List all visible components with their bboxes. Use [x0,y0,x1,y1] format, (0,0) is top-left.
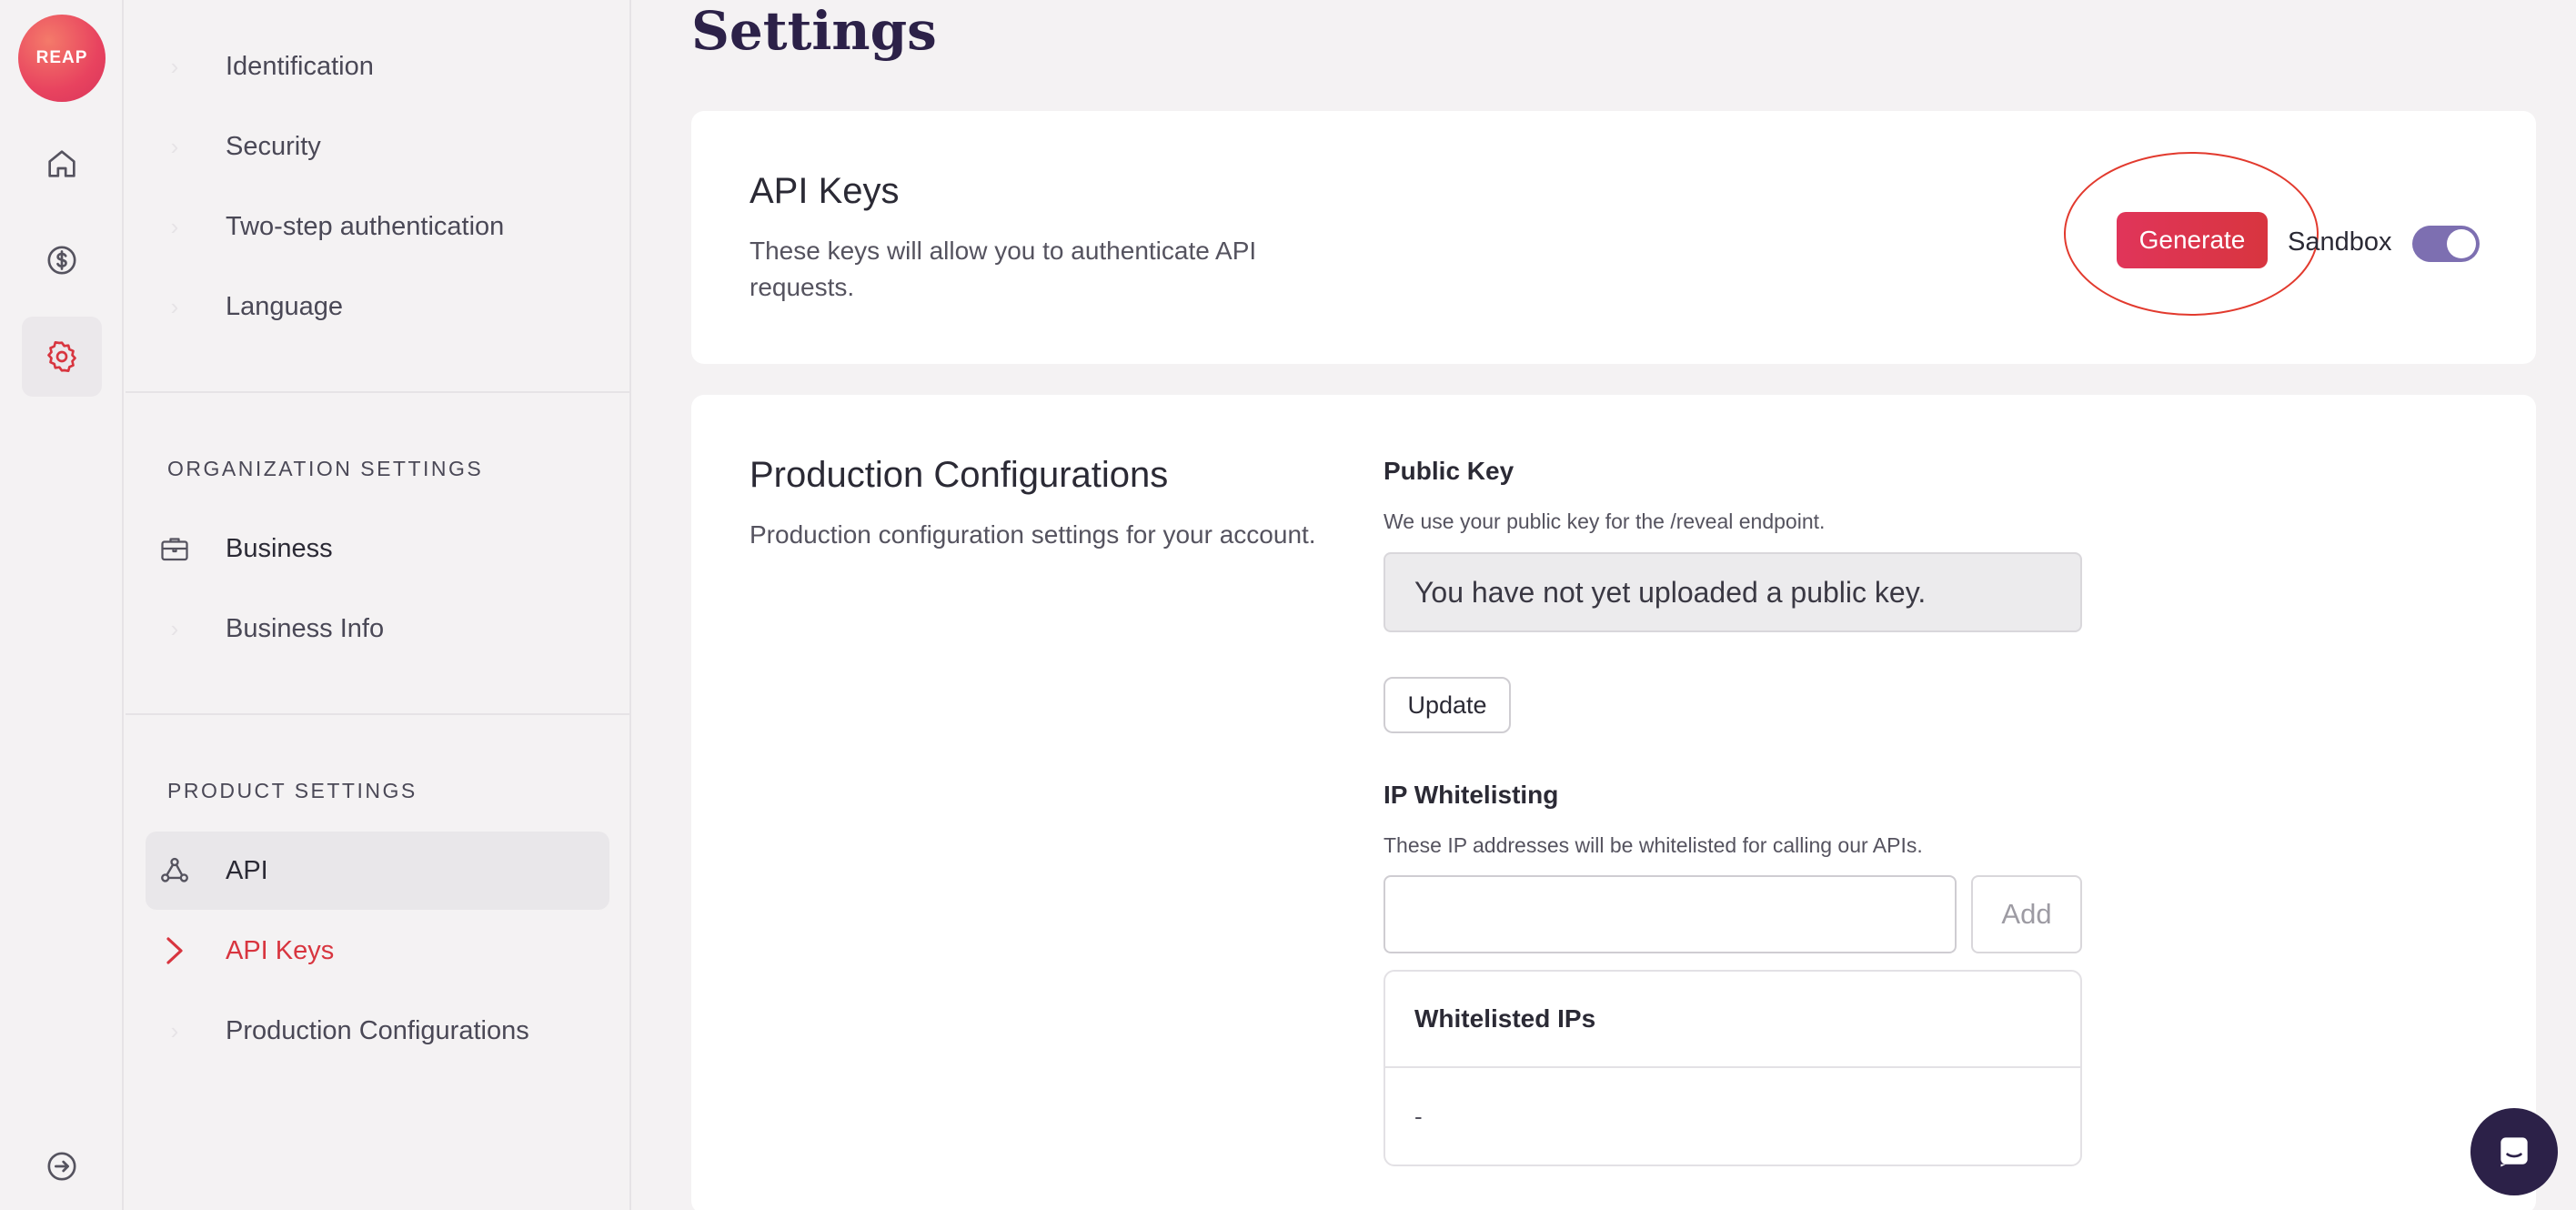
sidebar-item-label: Security [226,131,321,161]
ip-whitelisting-label: IP Whitelisting [1384,781,1559,809]
add-ip-button[interactable]: Add [1971,875,2082,953]
chevron-right-icon: › [170,132,179,160]
sidebar-item-security[interactable]: › Security [146,107,609,186]
page-title: Settings [691,0,937,62]
sidebar-item-label: Identification [226,51,374,81]
sidebar-item-business-info[interactable]: › Business Info [146,590,609,668]
update-button[interactable]: Update [1384,677,1511,733]
sandbox-label: Sandbox [2288,227,2392,257]
api-keys-description: These keys will allow you to authenticat… [750,237,1257,301]
whitelisted-ips-table: Whitelisted IPs - [1384,970,2082,1166]
generate-button[interactable]: Generate [2117,212,2268,268]
production-config-description: Production configuration settings for yo… [750,520,1316,549]
icon-rail: REAP [0,0,124,1210]
sidebar-item-identification[interactable]: › Identification [146,27,609,106]
chevron-right-icon: › [170,212,179,240]
reap-logo[interactable]: REAP [18,15,106,102]
sidebar-divider [126,713,629,715]
public-key-label: Public Key [1384,457,1514,485]
sidebar-item-production-configurations[interactable]: › Production Configurations [146,992,609,1070]
webhook-icon [146,853,204,888]
sidebar-group-label: API [226,855,268,885]
section-label-product: PRODUCT SETTINGS [167,779,418,802]
ip-address-input[interactable] [1384,875,1957,953]
public-key-help: We use your public key for the /reveal e… [1384,509,1826,533]
chat-icon [2501,1137,2528,1167]
table-row: - [1414,1102,1423,1130]
sidebar-item-two-step[interactable]: › Two-step authentication [146,187,609,266]
toggle-knob [2447,229,2476,258]
dollar-icon[interactable] [22,220,102,300]
section-label-organization: ORGANIZATION SETTINGS [167,457,484,480]
public-key-display: You have not yet uploaded a public key. [1384,552,2082,632]
sidebar-group-business[interactable]: Business [146,509,609,588]
sidebar-divider [126,391,629,393]
app-root: REAP › Identification › Security › Two-s… [0,0,2576,1210]
api-keys-title: API Keys [750,171,900,211]
chevron-right-icon: › [170,292,179,320]
sidebar-group-label: Business [226,533,333,563]
api-keys-card: API Keys These keys will allow you to au… [691,111,2536,364]
chevron-right-icon: › [170,1016,179,1044]
sidebar-item-label: Two-step authentication [226,211,505,241]
sandbox-toggle[interactable] [2412,226,2480,262]
chat-launcher-button[interactable] [2470,1108,2558,1195]
chevron-right-icon: › [170,614,179,642]
home-icon[interactable] [22,124,102,204]
table-header: Whitelisted IPs [1385,972,2080,1068]
sidebar-item-language[interactable]: › Language [146,267,609,346]
sidebar-item-label: Production Configurations [226,1015,529,1045]
public-key-value: You have not yet uploaded a public key. [1414,575,1927,609]
ip-whitelisting-help: These IP addresses will be whitelisted f… [1384,833,1923,857]
sidebar-group-api[interactable]: API [146,832,609,910]
logout-icon[interactable] [22,1126,102,1206]
sidebar-item-label: Language [226,291,344,321]
production-config-title: Production Configurations [750,455,1169,495]
sidebar-item-label: Business Info [226,613,385,643]
chevron-right-icon [146,936,204,965]
production-config-card: Production Configurations Production con… [691,395,2536,1210]
sidebar-item-api-keys[interactable]: API Keys [146,912,609,990]
briefcase-icon [146,532,204,565]
settings-sidebar: › Identification › Security › Two-step a… [126,0,631,1210]
sidebar-item-label: API Keys [226,935,335,965]
chevron-right-icon: › [170,52,179,80]
gear-icon[interactable] [22,317,102,397]
